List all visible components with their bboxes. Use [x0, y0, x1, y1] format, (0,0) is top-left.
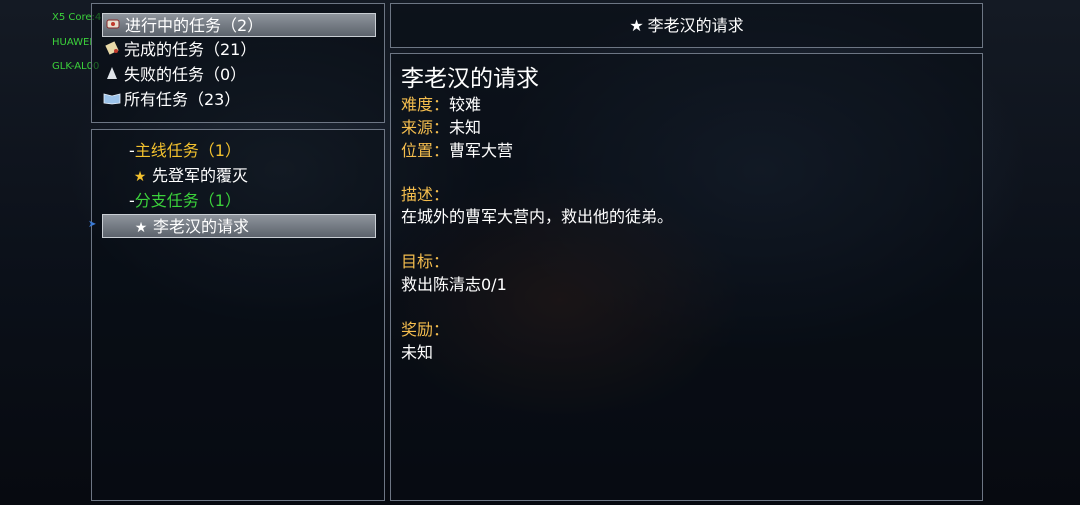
- category-label: 进行中的任务（2）: [125, 16, 264, 35]
- debug-brand-text: HUAWEI: [52, 37, 93, 48]
- description-label: 描述：: [401, 185, 450, 204]
- category-failed[interactable]: 失败的任务（0）: [102, 63, 376, 87]
- difficulty-label: 难度：: [401, 95, 450, 114]
- tree-quest-label: 先登军的覆灭: [152, 166, 249, 185]
- tree-group-main-label: 主线任务（1）: [134, 141, 241, 160]
- star-icon: ★: [629, 16, 644, 35]
- tree-quest-side[interactable]: ★ 李老汉的请求: [102, 214, 376, 238]
- goal-text: 救出陈清志0/1: [401, 275, 507, 294]
- description-text: 在城外的曹军大营内，救出他的徒弟。: [401, 207, 674, 226]
- scroll-icon: [102, 39, 122, 63]
- reward-label: 奖励：: [401, 320, 450, 339]
- category-panel: 进行中的任务（2） 完成的任务（21） 失败的任务（0） 所有任务（23）: [91, 3, 385, 123]
- quest-tree-panel: -主线任务（1） ★ 先登军的覆灭 -分支任务（1） ★ 李老汉的请求: [91, 129, 385, 501]
- detail-title: 李老汉的请求: [401, 66, 539, 92]
- tree-group-side-label: 分支任务（1）: [134, 191, 241, 210]
- header-title: 李老汉的请求: [647, 16, 744, 35]
- category-label: 完成的任务（21）: [124, 40, 257, 59]
- location-label: 位置：: [401, 141, 450, 160]
- category-in-progress[interactable]: 进行中的任务（2）: [102, 13, 376, 37]
- reward-text: 未知: [401, 343, 434, 362]
- category-label: 所有任务（23）: [124, 90, 241, 109]
- quest-detail-panel: 李老汉的请求 难度：较难 来源：未知 位置：曹军大营 描述： 在城外的曹军大营内…: [390, 53, 983, 501]
- category-completed[interactable]: 完成的任务（21）: [102, 38, 376, 62]
- white-star-icon: ★: [134, 220, 148, 236]
- category-label: 失败的任务（0）: [124, 65, 247, 84]
- quest-scroll-icon: [103, 15, 123, 39]
- difficulty-row: 难度：较难: [401, 94, 481, 116]
- goal-label: 目标：: [401, 252, 450, 271]
- source-row: 来源：未知: [401, 117, 481, 139]
- location-value: 曹军大营: [449, 141, 514, 160]
- category-all[interactable]: 所有任务（23）: [102, 88, 376, 112]
- gold-star-icon: ★: [133, 169, 147, 185]
- torn-paper-icon: [102, 64, 122, 88]
- book-icon: [102, 89, 122, 113]
- tree-quest-main[interactable]: ★ 先登军的覆灭: [130, 164, 370, 188]
- source-value: 未知: [449, 118, 482, 137]
- selection-pointer-icon: ➤: [88, 219, 97, 230]
- location-row: 位置：曹军大营: [401, 140, 513, 162]
- tree-group-side[interactable]: -分支任务（1）: [129, 189, 369, 213]
- difficulty-value: 较难: [449, 95, 482, 114]
- source-label: 来源：: [401, 118, 450, 137]
- tree-quest-label: 李老汉的请求: [153, 217, 250, 236]
- tree-group-main[interactable]: -主线任务（1）: [129, 139, 369, 163]
- quest-title-bar: ★ 李老汉的请求: [390, 3, 983, 48]
